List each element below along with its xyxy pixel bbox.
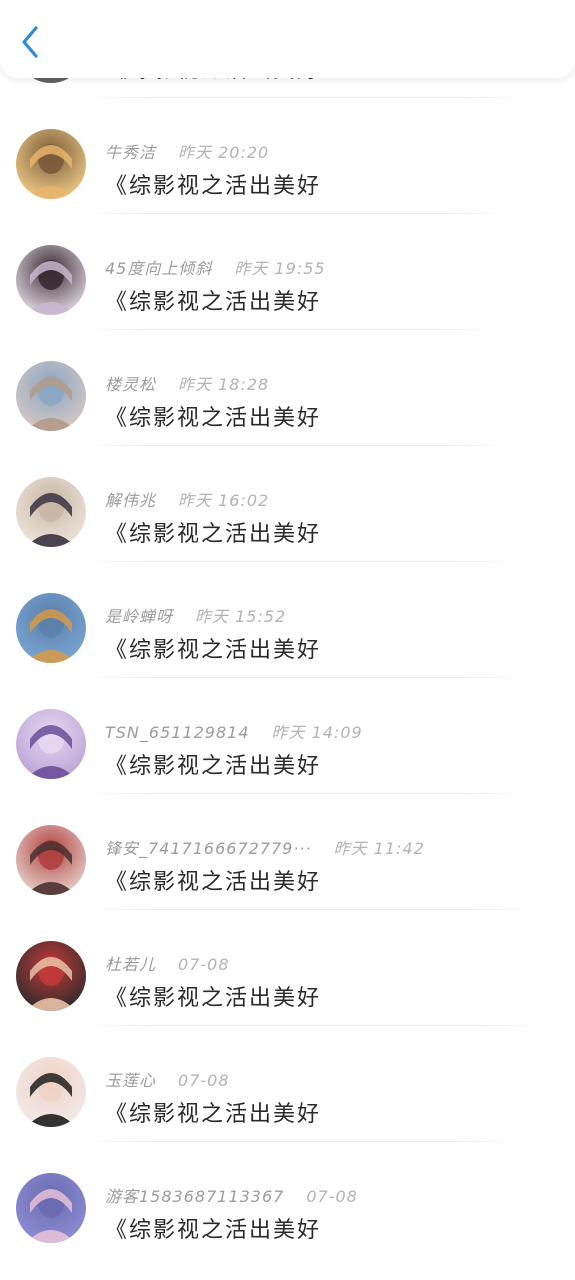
avatar[interactable] [16, 709, 86, 779]
user-name[interactable]: 是岭蝉呀 [105, 607, 173, 626]
user-name[interactable]: TSN_651129814 [105, 723, 250, 742]
user-name[interactable]: 玉莲心 [105, 1071, 156, 1090]
user-name[interactable]: 解伟兆 [105, 491, 156, 510]
timestamp: 07-08 [178, 955, 230, 974]
avatar[interactable] [16, 1057, 86, 1127]
avatar[interactable] [16, 245, 86, 315]
avatar[interactable] [16, 477, 86, 547]
list-item[interactable]: 解伟兆 昨天 16:02 《综影视之活出美好 [0, 446, 575, 562]
list-item[interactable]: 杜若儿 07-08 《综影视之活出美好 [0, 910, 575, 1026]
book-title[interactable]: 《综影视之活出美好 [105, 980, 321, 1012]
item-meta: 45度向上倾斜 昨天 19:55 [105, 255, 326, 278]
item-meta: 杜若儿 07-08 [105, 951, 230, 974]
item-meta: 牛秀洁 昨天 20:20 [105, 139, 270, 162]
item-meta: 玉莲心 07-08 [105, 1067, 230, 1090]
timestamp: 昨天 16:02 [178, 491, 270, 510]
avatar[interactable] [16, 825, 86, 895]
list-item[interactable]: 游客1583687113367 07-08 《综影视之活出美好 [0, 1142, 575, 1258]
list-item[interactable]: 45度向上倾斜 昨天 19:55 《综影视之活出美好 [0, 214, 575, 330]
comment-list-page: 《综影视之活出美好牛秀洁昨天 20:20《综影视之活出美好45度向上倾斜昨天 1… [0, 0, 575, 1280]
user-name[interactable]: 45度向上倾斜 [105, 259, 212, 278]
list-item[interactable]: 锋安_7417166672779··· 昨天 11:42 《综影视之活出美好 [0, 794, 575, 910]
avatar[interactable] [16, 361, 86, 431]
book-title[interactable]: 《综影视之活出美好 [105, 284, 321, 316]
item-meta: 楼灵松 昨天 18:28 [105, 371, 270, 394]
timestamp: 昨天 15:52 [195, 607, 287, 626]
back-button[interactable] [12, 22, 48, 66]
list-item[interactable]: 楼灵松 昨天 18:28 《综影视之活出美好 [0, 330, 575, 446]
timestamp: 07-08 [306, 1187, 358, 1206]
item-meta: 锋安_7417166672779··· 昨天 11:42 [105, 835, 425, 858]
chevron-left-icon [19, 25, 41, 63]
avatar[interactable] [16, 941, 86, 1011]
item-meta: 解伟兆 昨天 16:02 [105, 487, 270, 510]
avatar[interactable] [16, 1173, 86, 1243]
avatar[interactable] [16, 593, 86, 663]
list-item[interactable]: 是岭蝉呀 昨天 15:52 《综影视之活出美好 [0, 562, 575, 678]
list-item[interactable]: TSN_651129814 昨天 14:09 《综影视之活出美好 [0, 678, 575, 794]
user-name[interactable]: 游客1583687113367 [105, 1187, 284, 1206]
book-title[interactable]: 《综影视之活出美好 [105, 864, 321, 896]
list-item[interactable]: 玉莲心 07-08 《综影视之活出美好 [0, 1026, 575, 1142]
timestamp: 昨天 20:20 [178, 143, 270, 162]
book-title[interactable]: 《综影视之活出美好 [105, 748, 321, 780]
item-meta: 游客1583687113367 07-08 [105, 1183, 358, 1206]
book-title[interactable]: 《综影视之活出美好 [105, 400, 321, 432]
timestamp: 昨天 19:55 [234, 259, 326, 278]
timestamp: 07-08 [178, 1071, 230, 1090]
user-name[interactable]: 楼灵松 [105, 375, 156, 394]
item-meta: TSN_651129814 昨天 14:09 [105, 719, 363, 742]
user-name[interactable]: 锋安_7417166672779··· [105, 839, 312, 858]
list-item[interactable]: 牛秀洁 昨天 20:20 《综影视之活出美好 [0, 98, 575, 214]
book-title[interactable]: 《综影视之活出美好 [105, 1212, 321, 1244]
timestamp: 昨天 11:42 [333, 839, 425, 858]
avatar[interactable] [16, 129, 86, 199]
user-name[interactable]: 牛秀洁 [105, 143, 156, 162]
timestamp: 昨天 18:28 [178, 375, 270, 394]
book-title[interactable]: 《综影视之活出美好 [105, 1096, 321, 1128]
timestamp: 昨天 14:09 [271, 723, 363, 742]
book-title[interactable]: 《综影视之活出美好 [105, 168, 321, 200]
book-title[interactable]: 《综影视之活出美好 [105, 516, 321, 548]
item-meta: 是岭蝉呀 昨天 15:52 [105, 603, 287, 626]
top-nav-bar [0, 0, 575, 78]
user-name[interactable]: 杜若儿 [105, 955, 156, 974]
book-title[interactable]: 《综影视之活出美好 [105, 632, 321, 664]
